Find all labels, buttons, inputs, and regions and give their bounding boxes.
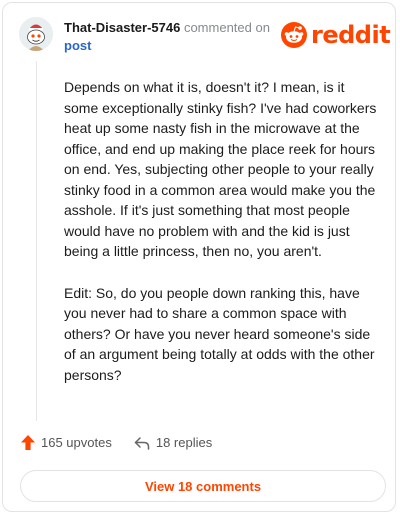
upvote-button[interactable]: 165 upvotes <box>21 435 112 450</box>
comment-paragraph: Edit: So, do you people down ranking thi… <box>64 284 375 383</box>
avatar[interactable] <box>19 17 53 51</box>
upvote-arrow-icon <box>21 435 35 450</box>
post-link[interactable]: post <box>64 37 284 55</box>
upvote-count: 165 upvotes <box>41 435 112 450</box>
comment-body: Depends on what it is, doesn't it? I mea… <box>64 77 382 406</box>
reddit-snoo-icon <box>281 22 307 48</box>
comment-card: That-Disaster-5746 commented on post red… <box>2 2 396 512</box>
thread-line <box>36 61 37 421</box>
reddit-wordmark: reddit <box>311 21 391 49</box>
reply-arrow-icon <box>134 436 150 450</box>
comment-actions: 165 upvotes 18 replies <box>21 435 212 450</box>
reply-count: 18 replies <box>155 435 213 450</box>
snoo-avatar-icon <box>19 17 53 51</box>
view-comments-button[interactable]: View 18 comments <box>20 470 386 502</box>
comment-paragraph: Depends on what it is, doesn't it? I mea… <box>64 79 377 259</box>
commented-on-label: commented on <box>183 20 270 35</box>
username[interactable]: That-Disaster-5746 <box>64 20 180 35</box>
replies-button[interactable]: 18 replies <box>134 435 212 450</box>
comment-header: That-Disaster-5746 commented on post <box>64 19 284 55</box>
reddit-logo[interactable]: reddit <box>281 21 391 49</box>
